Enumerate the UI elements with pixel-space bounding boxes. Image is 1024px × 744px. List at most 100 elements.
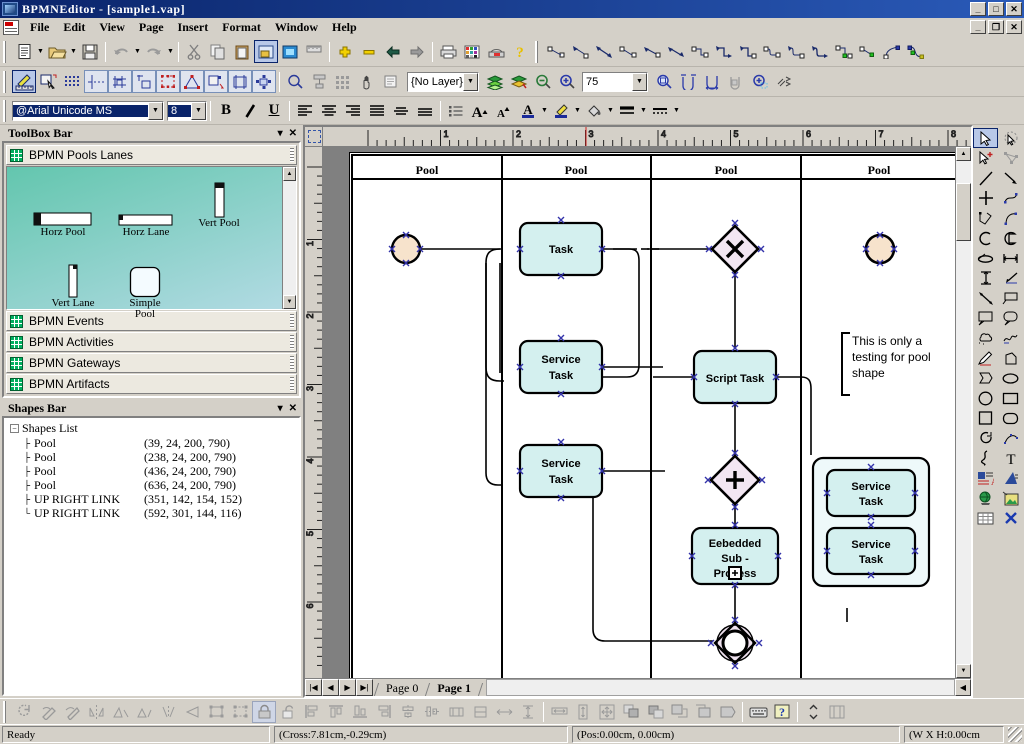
forward-button[interactable] [405,40,429,63]
callout-box-tool[interactable] [998,288,1023,308]
ellipse-flat-tool[interactable] [973,248,998,268]
shapes-tree[interactable]: − Shapes List ├ Pool (39, 24, 200, 790) … [2,416,301,696]
zoom-more-button[interactable] [772,70,796,93]
close-tool[interactable] [998,508,1023,528]
spline-link-button[interactable] [904,40,928,63]
font-name-combo[interactable]: @Arial Unicode MS ▼ [12,101,164,121]
grid-dots-button[interactable] [60,70,84,93]
picture-insert-tool[interactable] [998,488,1023,508]
pencil-tool[interactable] [973,348,998,368]
align-center-horizontal-button[interactable] [396,701,420,723]
align-left-button[interactable] [300,701,324,723]
service-task-node-1[interactable]: Service Task [520,341,602,393]
fill-color-button[interactable] [582,99,606,122]
table-tool[interactable] [973,508,998,528]
node-connect-tool[interactable] [998,148,1023,168]
palette-item-vert-pool[interactable]: Vert Pool [179,172,259,229]
italic-button[interactable] [238,99,262,122]
highlighter-dropdown-arrow[interactable]: ▼ [573,99,582,122]
redo-button[interactable] [142,40,166,63]
ortho-link-button[interactable] [688,40,712,63]
arrange-toolbar-grip[interactable] [3,701,10,723]
start-event-node[interactable] [392,235,420,263]
pie-tool[interactable] [998,228,1023,248]
polygon-tool[interactable] [998,348,1023,368]
new-document-button[interactable] [12,40,36,63]
close-button[interactable]: ✕ [1006,2,1022,16]
paste-button[interactable] [230,40,254,63]
service-task-node-4[interactable]: Service Task [827,528,915,574]
double-arrow-tool[interactable] [973,288,998,308]
open-button[interactable] [45,40,69,63]
palette-scroll-track[interactable] [283,181,296,295]
text-flow-tool[interactable] [998,468,1023,488]
menu-item-page[interactable]: Page [132,18,171,37]
zoom-area-button[interactable] [748,70,772,93]
fit-width-button[interactable] [700,70,724,93]
canvas-vertical-scrollbar[interactable]: ▲ ▼ [955,147,971,678]
crosshair-guide-button[interactable] [84,70,108,93]
bpmn-diagram[interactable]: Pool Pool Pool Pool [350,153,955,678]
toolbox-category-artifacts[interactable]: BPMN Artifacts [6,374,297,394]
bezier-link-button[interactable] [880,40,904,63]
print-preview-button[interactable] [484,40,508,63]
distribute-button[interactable] [307,70,331,93]
font-name-arrow[interactable]: ▼ [148,102,163,120]
leader-line-tool[interactable] [998,268,1023,288]
shapes-tree-row[interactable]: ├ Pool (39, 24, 200, 790) [6,436,297,450]
curve-points-tool[interactable] [998,188,1023,208]
cut-button[interactable] [182,40,206,63]
shapes-tree-root[interactable]: − Shapes List [6,421,297,436]
text-box-tool[interactable]: A [973,468,998,488]
help-context-button[interactable]: ? [770,701,794,723]
canvas-scroll-track[interactable] [956,161,971,664]
width-equal-button[interactable] [547,701,571,723]
curve-link-button[interactable] [760,40,784,63]
layer-combo-arrow[interactable]: ▼ [463,73,478,91]
wave-line-tool[interactable] [973,448,998,468]
mirror-button[interactable] [156,701,180,723]
font-color-dropdown-arrow[interactable]: ▼ [540,99,549,122]
point-link-button[interactable] [856,40,880,63]
align-right-button[interactable] [372,701,396,723]
frame-button[interactable] [825,701,849,723]
copy-button[interactable] [206,40,230,63]
print-button[interactable] [436,40,460,63]
right-angle-node-link-button[interactable] [832,40,856,63]
shapes-tree-row[interactable]: └ UP RIGHT LINK (592, 301, 144, 116) [6,506,297,520]
menu-item-format[interactable]: Format [215,18,268,37]
open-dropdown-arrow[interactable]: ▼ [69,40,78,63]
size-same-button[interactable] [444,701,468,723]
menu-item-file[interactable]: File [23,18,56,37]
zoom-plus-button[interactable] [333,40,357,63]
task-node[interactable]: Task [520,223,602,275]
maximize-button[interactable]: □ [988,2,1004,16]
align-center-button[interactable] [317,99,341,122]
lasso-select-tool[interactable] [998,128,1023,148]
arrow-tool[interactable] [998,168,1023,188]
straight-link-button[interactable] [544,40,568,63]
vertical-ruler[interactable]: 123456 [305,147,323,678]
send-backward-button[interactable] [691,701,715,723]
menu-item-view[interactable]: View [92,18,132,37]
dimension-horizontal-tool[interactable] [998,248,1023,268]
layers-button[interactable] [483,70,507,93]
prev-page-button[interactable]: ◀ [322,679,339,696]
unlock-button[interactable] [276,701,300,723]
palette-scroll-down-button[interactable]: ▼ [283,295,296,309]
text-tool[interactable]: T [998,448,1023,468]
flip-vertical-button[interactable] [132,701,156,723]
color-palette-button[interactable] [460,40,484,63]
intermediate-event-node[interactable] [866,235,894,263]
align-distribute-button[interactable] [389,99,413,122]
horizontal-ruler[interactable]: 12345678 [323,127,971,147]
font-color-button[interactable]: A [516,99,540,122]
double-head-link-button[interactable] [664,40,688,63]
height-equal-button[interactable] [571,701,595,723]
hscroll-track[interactable] [486,679,955,696]
service-task-node-3[interactable]: Service Task [827,470,915,516]
new-dropdown-arrow[interactable]: ▼ [36,40,45,63]
shape-handles-button[interactable] [204,70,228,93]
group-button[interactable] [204,701,228,723]
align-right-button[interactable] [341,99,365,122]
